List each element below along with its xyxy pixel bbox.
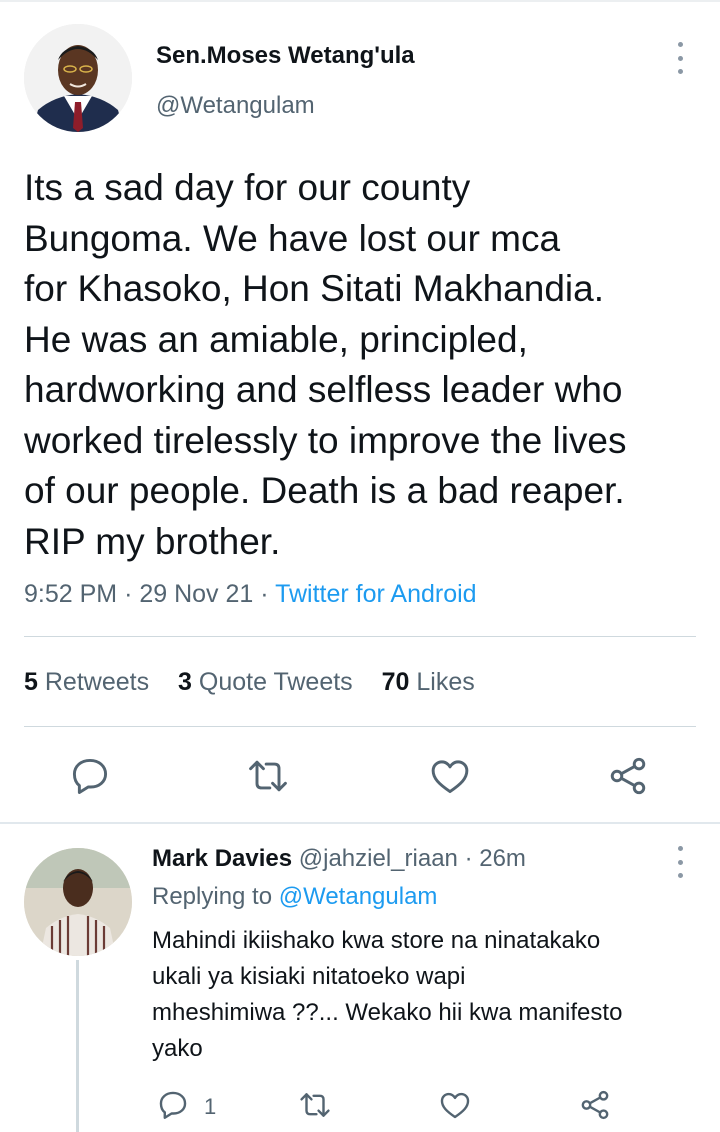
tweet-source-link[interactable]: Twitter for Android — [275, 580, 476, 608]
share-icon[interactable] — [578, 1088, 612, 1122]
share-icon[interactable] — [606, 754, 650, 798]
reply-time: 26m — [479, 845, 526, 872]
author-handle[interactable]: @Wetangulam — [156, 92, 315, 120]
retweet-icon[interactable] — [246, 754, 290, 798]
tweet-stats: 5 Retweets 3 Quote Tweets 70 Likes — [24, 668, 497, 697]
tweet-text-line: RIP my brother. — [24, 520, 281, 562]
tweet-text-line: Bungoma. We have lost our mca — [24, 217, 561, 259]
tweet-text-line: He was an amiable, principled, — [24, 318, 528, 360]
retweet-icon[interactable] — [298, 1088, 332, 1122]
reply-text: Mahindi ikiishako kwa store na ninatakak… — [152, 923, 708, 1067]
likes-count: 70 — [381, 668, 410, 696]
like-icon[interactable] — [428, 754, 472, 798]
reply-text-line: yako — [152, 1035, 203, 1062]
reply-icon[interactable] — [156, 1088, 190, 1122]
replying-to-mention[interactable]: @Wetangulam — [279, 883, 438, 910]
reply-author-handle[interactable]: @jahziel_riaan — [299, 845, 458, 872]
tweet-text-line: Its a sad day for our county — [24, 167, 471, 208]
likes-stat[interactable]: 70 Likes — [382, 668, 475, 696]
likes-label: Likes — [416, 668, 475, 696]
reply-author-avatar[interactable] — [24, 848, 132, 956]
reply-author-name[interactable]: Mark Davies — [152, 845, 292, 872]
reply-more-options-icon[interactable] — [670, 846, 690, 878]
retweets-label: Retweets — [44, 668, 150, 696]
reply-count: 1 — [204, 1094, 217, 1119]
top-border — [0, 0, 720, 2]
quotes-label: Quote Tweets — [198, 668, 353, 696]
meta-separator: · — [260, 580, 269, 608]
replying-to-label: Replying to — [152, 883, 273, 910]
tweet-text-line: worked tirelessly to improve the lives — [24, 419, 627, 461]
tweet-metadata: 9:52 PM · 29 Nov 21 · Twitter for Androi… — [24, 580, 477, 609]
replying-to: Replying to @Wetangulam — [152, 883, 437, 911]
quote-tweets-stat[interactable]: 3 Quote Tweets — [178, 668, 353, 696]
more-options-icon[interactable] — [670, 42, 690, 74]
reply-icon[interactable] — [68, 754, 112, 798]
reply-text-line: mheshimiwa ??... Wekako hii kwa manifest… — [152, 999, 623, 1026]
tweet-text-line: for Khasoko, Hon Sitati Makhandia. — [24, 268, 604, 309]
thread-line — [76, 960, 79, 1132]
divider — [24, 636, 696, 637]
quotes-count: 3 — [178, 668, 192, 696]
meta-separator: · — [464, 845, 473, 872]
author-avatar[interactable] — [24, 24, 132, 132]
author-display-name[interactable]: Sen.Moses Wetang'ula — [156, 42, 415, 70]
tweet-text-line: hardworking and selfless leader who — [24, 369, 623, 410]
reply-text-line: ukali ya kisiaki nitatoeko wapi — [152, 963, 466, 990]
tweet-text-line: of our people. Death is a bad reaper. — [24, 470, 625, 511]
reply-header: Mark Davies @jahziel_riaan · 26m — [152, 845, 526, 873]
reply-text-line: Mahindi ikiishako kwa store na ninatakak… — [152, 927, 601, 954]
section-divider — [0, 822, 720, 824]
retweets-count: 5 — [24, 668, 38, 696]
retweets-stat[interactable]: 5 Retweets — [24, 668, 149, 696]
tweet-date: 29 Nov 21 — [139, 580, 254, 608]
meta-separator: · — [124, 580, 133, 608]
tweet-text: Its a sad day for our county Bungoma. We… — [24, 163, 704, 567]
tweet-time: 9:52 PM — [24, 580, 118, 608]
divider — [24, 726, 696, 727]
like-icon[interactable] — [438, 1088, 472, 1122]
